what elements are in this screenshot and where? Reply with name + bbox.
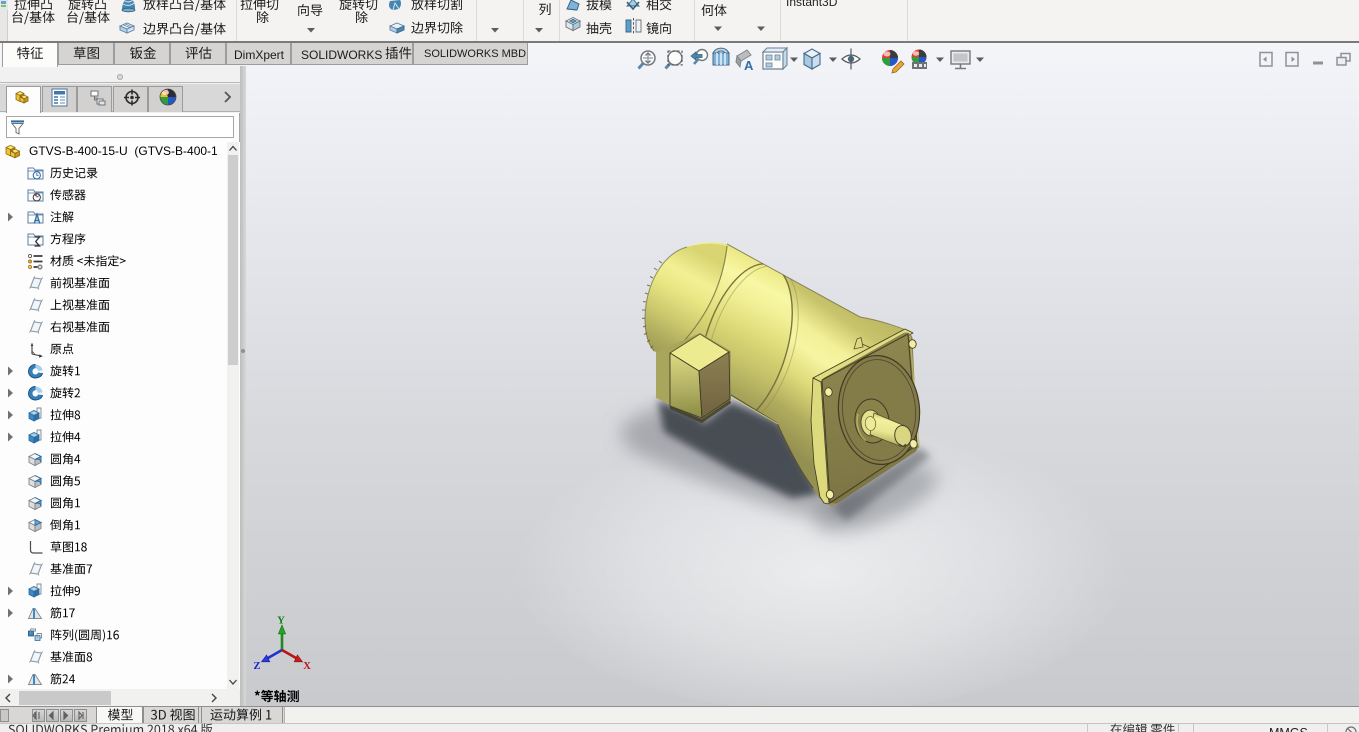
svg-text:Y: Y	[277, 616, 285, 627]
svg-text:X: X	[303, 661, 311, 672]
svg-text:Z: Z	[253, 661, 260, 672]
svg-text:A: A	[744, 58, 754, 73]
